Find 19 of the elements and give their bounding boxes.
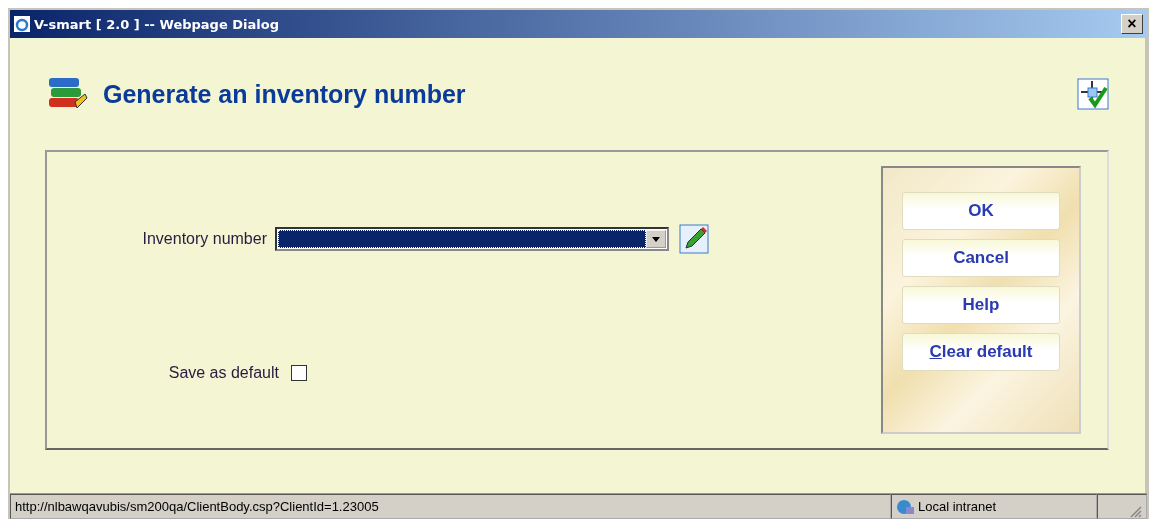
dialog-button[interactable]: Help <box>902 286 1060 324</box>
pencil-icon[interactable] <box>679 224 709 254</box>
globe-icon <box>896 498 914 515</box>
browser-icon <box>14 16 30 32</box>
save-default-checkbox[interactable] <box>291 365 307 381</box>
resize-grip-icon[interactable] <box>1130 506 1142 518</box>
caret-icon <box>652 236 660 242</box>
field-label: Save as default <box>167 364 279 382</box>
layout-check-icon[interactable] <box>1077 78 1109 110</box>
dialog-button[interactable]: Clear default <box>902 333 1060 371</box>
status-url: http://nlbawqavubis/sm200qa/ClientBody.csp?ClientId=1.23005 <box>10 494 891 519</box>
page-title: Generate an inventory number <box>103 79 467 109</box>
field-label: Inventory number <box>141 230 267 248</box>
inventory-select[interactable] <box>275 227 669 251</box>
close-button[interactable]: × <box>1121 14 1143 34</box>
zone-label: Local intranet <box>918 499 997 514</box>
dialog-button[interactable]: Cancel <box>902 239 1060 277</box>
window-title: V-smart [ 2.0 ] -- Webpage Dialog <box>34 16 280 32</box>
dialog-button[interactable]: OK <box>902 192 1060 230</box>
